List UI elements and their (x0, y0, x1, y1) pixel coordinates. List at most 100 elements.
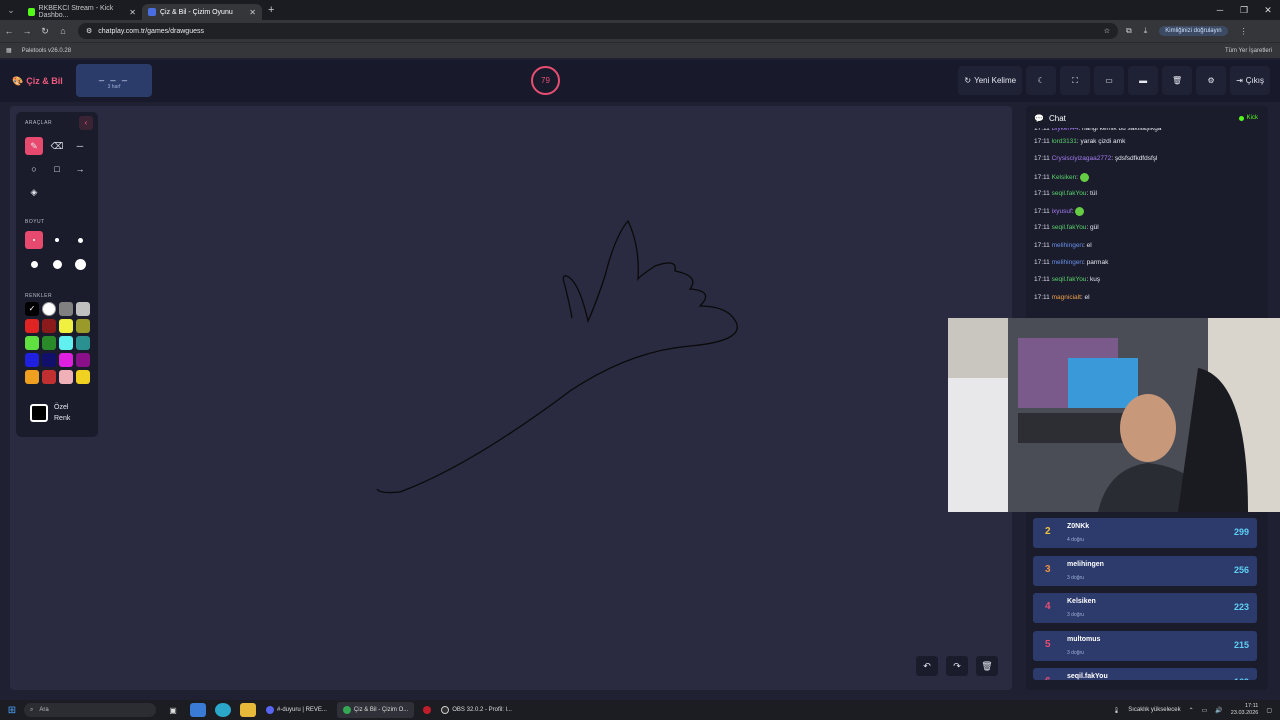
browser-tab[interactable]: RKBEKCI Stream - Kick Dashbo... ✕ (22, 4, 142, 20)
size-option[interactable] (71, 255, 89, 273)
close-icon[interactable]: ✕ (249, 8, 256, 17)
volume-icon[interactable]: 🔊 (1215, 707, 1222, 714)
new-tab-icon[interactable]: + (268, 4, 274, 16)
taskbar-app-active[interactable]: Çiz & Bil - Çizim O... (336, 702, 415, 718)
logout-button[interactable]: ⇥ Çıkış (1230, 66, 1270, 95)
color-swatch[interactable] (76, 336, 90, 350)
tab-search-icon[interactable]: ⌄ (0, 0, 22, 20)
color-swatch[interactable] (76, 370, 90, 384)
taskbar-app[interactable]: OBS 32.0.2 - Profil: l... (435, 702, 518, 718)
line-tool-button[interactable]: ─ (71, 137, 89, 155)
color-swatch[interactable] (59, 336, 73, 350)
close-window-icon[interactable]: ✕ (1256, 0, 1280, 20)
forward-icon[interactable]: → (18, 26, 36, 36)
size-option[interactable] (48, 231, 66, 249)
color-swatch[interactable] (76, 353, 90, 367)
color-swatch[interactable] (59, 353, 73, 367)
record-icon[interactable] (423, 706, 432, 714)
maximize-icon[interactable]: ❐ (1232, 0, 1256, 20)
bookmarks-bar: ▦ Paletools v26.0.28 Tüm Yer İşaretleri (0, 42, 1280, 58)
menu-icon[interactable]: ⋮ (1240, 27, 1248, 36)
color-swatch[interactable] (42, 336, 56, 350)
bookmark-star-icon[interactable]: ☆ (1104, 27, 1110, 35)
task-view-icon[interactable]: ▣ (165, 703, 181, 717)
weather-text[interactable]: Sıcaklık yükselecek (1128, 707, 1180, 713)
size-option[interactable] (71, 231, 89, 249)
minimize-icon[interactable]: ─ (1208, 0, 1232, 20)
bookmark-item[interactable]: Paletools v26.0.28 (22, 48, 71, 54)
browser-tab-active[interactable]: Çiz & Bil - Çizim Oyunu ✕ (142, 4, 262, 20)
color-swatch[interactable] (42, 353, 56, 367)
reload-icon[interactable]: ↻ (36, 26, 54, 37)
size-option[interactable] (25, 255, 43, 273)
extensions-icon[interactable]: ⧉ (1126, 26, 1132, 36)
rectangle-tool-button[interactable]: □ (48, 160, 66, 178)
message-user[interactable]: seqil.fakYou (1052, 190, 1087, 197)
size-option[interactable] (25, 231, 43, 249)
layout-button[interactable]: ▭ (1094, 66, 1125, 95)
theme-toggle-button[interactable]: ☾ (1026, 66, 1057, 95)
folder-icon[interactable] (240, 703, 256, 717)
tray-chevron-icon[interactable]: ⌃ (1189, 707, 1194, 714)
url-input[interactable]: ⚙ chatplay.com.tr/games/drawguess ☆ (78, 23, 1118, 39)
settings-button[interactable]: ⚙ (1196, 66, 1227, 95)
windows-start-icon[interactable]: ⊞ (0, 705, 24, 716)
message-user[interactable]: magnicialt (1052, 294, 1081, 301)
notification-icon[interactable]: ▢ (1266, 707, 1272, 714)
apps-grid-icon[interactable]: ▦ (6, 47, 12, 54)
clock[interactable]: 17:11 23.03.2026 (1231, 703, 1259, 717)
color-swatch[interactable]: ✓ (25, 302, 39, 316)
chat-message-list[interactable]: 17:11 Blyken44: hangi kemik bu sakıllaşı… (1034, 128, 1264, 311)
clear-canvas-button[interactable]: 🗑 (976, 656, 998, 676)
color-swatch[interactable] (76, 302, 90, 316)
pen-tool-button[interactable]: ✎ (25, 137, 43, 155)
color-swatch[interactable] (76, 319, 90, 333)
store-icon[interactable] (190, 703, 206, 717)
collapse-panel-button[interactable]: ‹ (79, 116, 93, 130)
new-word-button[interactable]: ↻ Yeni Kelime (958, 66, 1023, 95)
color-swatch[interactable] (25, 370, 39, 384)
taskbar-app[interactable]: #-duyuru | REVE... (260, 702, 333, 718)
message-user[interactable]: Kelsiken (1052, 174, 1077, 181)
fullscreen-button[interactable]: ⛶ (1060, 66, 1091, 95)
message-user[interactable]: Crysisciyizagaa2772 (1052, 155, 1112, 162)
message-user[interactable]: seqil.fakYou (1052, 224, 1087, 231)
network-icon[interactable]: ▭ (1202, 707, 1208, 714)
undo-button[interactable]: ↶ (916, 656, 938, 676)
color-swatch[interactable] (59, 319, 73, 333)
fill-tool-button[interactable]: ◈ (25, 183, 43, 201)
color-swatch[interactable] (42, 319, 56, 333)
edge-icon[interactable] (215, 703, 231, 717)
arrow-tool-button[interactable]: → (71, 160, 89, 178)
home-icon[interactable]: ⌂ (54, 26, 72, 36)
message-user[interactable]: melihingen (1052, 259, 1083, 266)
site-info-icon[interactable]: ⚙ (86, 27, 92, 35)
all-bookmarks-link[interactable]: Tüm Yer İşaretleri (1225, 48, 1272, 54)
delete-button[interactable]: 🗑 (1162, 66, 1193, 95)
color-swatch[interactable] (42, 302, 56, 316)
color-swatch[interactable] (25, 353, 39, 367)
message-user[interactable]: melihingen (1052, 242, 1083, 249)
custom-color-button[interactable]: Özel Renk (30, 402, 70, 424)
verify-identity-button[interactable]: Kimliğinizi doğrulayın (1159, 26, 1228, 36)
archive-button[interactable]: ▬ (1128, 66, 1159, 95)
circle-tool-button[interactable]: ○ (25, 160, 43, 178)
size-option[interactable] (48, 255, 66, 273)
app-logo[interactable]: 🎨 Çiz & Bil (12, 76, 63, 87)
message-user[interactable]: seqil.fakYou (1052, 276, 1087, 283)
color-swatch[interactable] (59, 370, 73, 384)
color-swatch[interactable] (59, 302, 73, 316)
color-swatch[interactable] (25, 336, 39, 350)
message-user[interactable]: Blyken44 (1052, 128, 1079, 132)
download-icon[interactable]: ⤓ (1144, 26, 1148, 36)
close-icon[interactable]: ✕ (129, 8, 136, 17)
eraser-tool-button[interactable]: ⌫ (48, 137, 66, 155)
message-user[interactable]: lord3131 (1052, 138, 1077, 145)
back-icon[interactable]: ← (0, 26, 18, 36)
taskbar-search-input[interactable]: ⌕ Ara (24, 703, 156, 717)
redo-button[interactable]: ↷ (946, 656, 968, 676)
color-swatch[interactable] (25, 319, 39, 333)
color-swatch[interactable] (42, 370, 56, 384)
drawing-canvas[interactable] (10, 106, 1012, 690)
message-user[interactable]: ixyusuf (1052, 208, 1072, 215)
